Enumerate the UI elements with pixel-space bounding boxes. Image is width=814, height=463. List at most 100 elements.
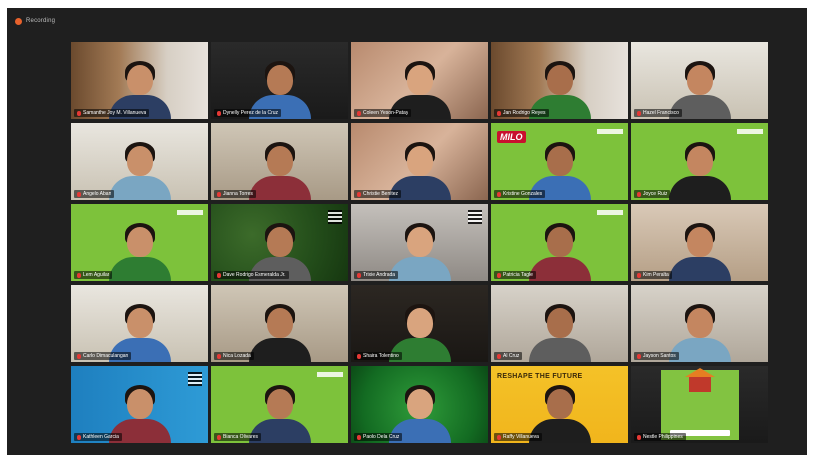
- muted-mic-icon: [497, 434, 501, 440]
- muted-mic-icon: [77, 110, 81, 116]
- participant-name-label: Raffy Villanueva: [494, 433, 542, 441]
- participant-tile[interactable]: RESHAPE THE FUTURE Raffy Villanueva: [491, 366, 628, 443]
- participant-tile[interactable]: MILO Kristine Gonzales: [491, 123, 628, 200]
- house-icon: [684, 368, 715, 392]
- participant-name: Hazel Francisco: [643, 110, 679, 116]
- participant-video: [107, 140, 173, 200]
- participant-name-label: Jianna Torres: [214, 190, 256, 198]
- participant-name-label: Shaira Tolentino: [354, 352, 402, 360]
- participant-name-label: Dave Rodrigo Esmeralda Jr.: [214, 271, 289, 279]
- background-banner: [177, 210, 203, 215]
- participant-tile[interactable]: Kim Peralta: [631, 204, 768, 281]
- participant-name-label: Angelo Aban: [74, 190, 115, 198]
- qr-code-icon: [328, 210, 342, 224]
- muted-mic-icon: [217, 353, 221, 359]
- participant-tile[interactable]: Kathleen Garcia: [71, 366, 208, 443]
- muted-mic-icon: [357, 191, 361, 197]
- participant-tile[interactable]: Jianna Torres: [211, 123, 348, 200]
- participant-tile[interactable]: Samanthe Joy M. Villanueva: [71, 42, 208, 119]
- participant-name-label: Coleen Yeson-Patay: [354, 109, 412, 117]
- background-banner: [317, 372, 343, 377]
- participant-tile[interactable]: Carlo Dimaculangan: [71, 285, 208, 362]
- participant-video: [527, 221, 593, 281]
- muted-mic-icon: [637, 272, 641, 278]
- participant-name-label: Patricia Tagle: [494, 271, 536, 279]
- participant-name: Nestle Philippines: [643, 434, 683, 440]
- participant-tile[interactable]: Nica Lozada: [211, 285, 348, 362]
- background-banner: [597, 129, 623, 134]
- participant-name-label: Trixie Andrada: [354, 271, 399, 279]
- participant-name: Jan Rodrigo Reyes: [503, 110, 546, 116]
- participant-name: Patricia Tagle: [503, 272, 533, 278]
- participant-name: Dynelly Perez de la Cruz: [223, 110, 279, 116]
- participant-name-label: Jayson Santos: [634, 352, 679, 360]
- participant-name-label: Joyce Ruiz: [634, 190, 671, 198]
- gallery-grid: Samanthe Joy M. Villanueva Dynelly Perez …: [71, 42, 768, 443]
- participant-video: [527, 302, 593, 362]
- participant-name: Trixie Andrada: [363, 272, 396, 278]
- participant-name-label: Samanthe Joy M. Villanueva: [74, 109, 150, 117]
- participant-name-label: Christie Benitez: [354, 190, 402, 198]
- participant-name: Nica Lozada: [223, 353, 251, 359]
- participant-tile[interactable]: Jan Rodrigo Reyes: [491, 42, 628, 119]
- participant-name: Paolo Dela Cruz: [363, 434, 400, 440]
- muted-mic-icon: [77, 353, 81, 359]
- meeting-window: Recording Samanthe Joy M. Villanueva Dyne…: [7, 8, 807, 455]
- participant-name-label: Kim Peralta: [634, 271, 672, 279]
- muted-mic-icon: [637, 110, 641, 116]
- participant-tile[interactable]: Patricia Tagle: [491, 204, 628, 281]
- title-bar: Recording: [7, 8, 807, 34]
- participant-tile[interactable]: Angelo Aban: [71, 123, 208, 200]
- participant-tile[interactable]: Trixie Andrada: [351, 204, 488, 281]
- participant-name-label: Carlo Dimaculangan: [74, 352, 132, 360]
- recording-label: Recording: [26, 18, 56, 24]
- participant-tile[interactable]: Joyce Ruiz: [631, 123, 768, 200]
- participant-video: [107, 221, 173, 281]
- muted-mic-icon: [497, 191, 501, 197]
- muted-mic-icon: [497, 353, 501, 359]
- participant-tile[interactable]: Jayson Santos: [631, 285, 768, 362]
- shared-poster: [660, 368, 739, 440]
- qr-code-icon: [188, 372, 202, 386]
- participant-video: [247, 302, 313, 362]
- participant-name-label: Nestle Philippines: [634, 433, 686, 441]
- muted-mic-icon: [357, 110, 361, 116]
- qr-code-icon: [468, 210, 482, 224]
- participant-tile[interactable]: Shaira Tolentino: [351, 285, 488, 362]
- background-banner: [737, 129, 763, 134]
- participant-name-label: Bianca Olivares: [214, 433, 262, 441]
- participant-tile[interactable]: Dynelly Perez de la Cruz: [211, 42, 348, 119]
- participant-name: Bianca Olivares: [223, 434, 259, 440]
- background-banner: [597, 210, 623, 215]
- participant-video: [667, 140, 733, 200]
- participant-tile[interactable]: Hazel Francisco: [631, 42, 768, 119]
- participant-tile[interactable]: Nestle Philippines: [631, 366, 768, 443]
- muted-mic-icon: [497, 110, 501, 116]
- recording-icon: [15, 17, 22, 25]
- muted-mic-icon: [77, 272, 81, 278]
- participant-tile[interactable]: Paolo Dela Cruz: [351, 366, 488, 443]
- muted-mic-icon: [357, 272, 361, 278]
- participant-name-label: Al Cruz: [494, 352, 523, 360]
- muted-mic-icon: [637, 434, 641, 440]
- participant-name: Dave Rodrigo Esmeralda Jr.: [223, 272, 286, 278]
- participant-name-label: Nica Lozada: [214, 352, 254, 360]
- participant-name: Kim Peralta: [643, 272, 669, 278]
- muted-mic-icon: [217, 434, 221, 440]
- muted-mic-icon: [357, 353, 361, 359]
- participant-tile[interactable]: Al Cruz: [491, 285, 628, 362]
- participant-name: Raffy Villanueva: [503, 434, 539, 440]
- participant-tile[interactable]: Dave Rodrigo Esmeralda Jr.: [211, 204, 348, 281]
- participant-tile[interactable]: Christie Benitez: [351, 123, 488, 200]
- muted-mic-icon: [217, 272, 221, 278]
- muted-mic-icon: [637, 191, 641, 197]
- participant-tile[interactable]: Coleen Yeson-Patay: [351, 42, 488, 119]
- participant-name: Shaira Tolentino: [363, 353, 399, 359]
- participant-name: Jayson Santos: [643, 353, 676, 359]
- participant-name: Joyce Ruiz: [643, 191, 668, 197]
- participant-tile[interactable]: Bianca Olivares: [211, 366, 348, 443]
- participant-name: Coleen Yeson-Patay: [363, 110, 409, 116]
- participant-name-label: Lem Aguilar: [74, 271, 113, 279]
- participant-tile[interactable]: Lem Aguilar: [71, 204, 208, 281]
- participant-name-label: Kristine Gonzales: [494, 190, 546, 198]
